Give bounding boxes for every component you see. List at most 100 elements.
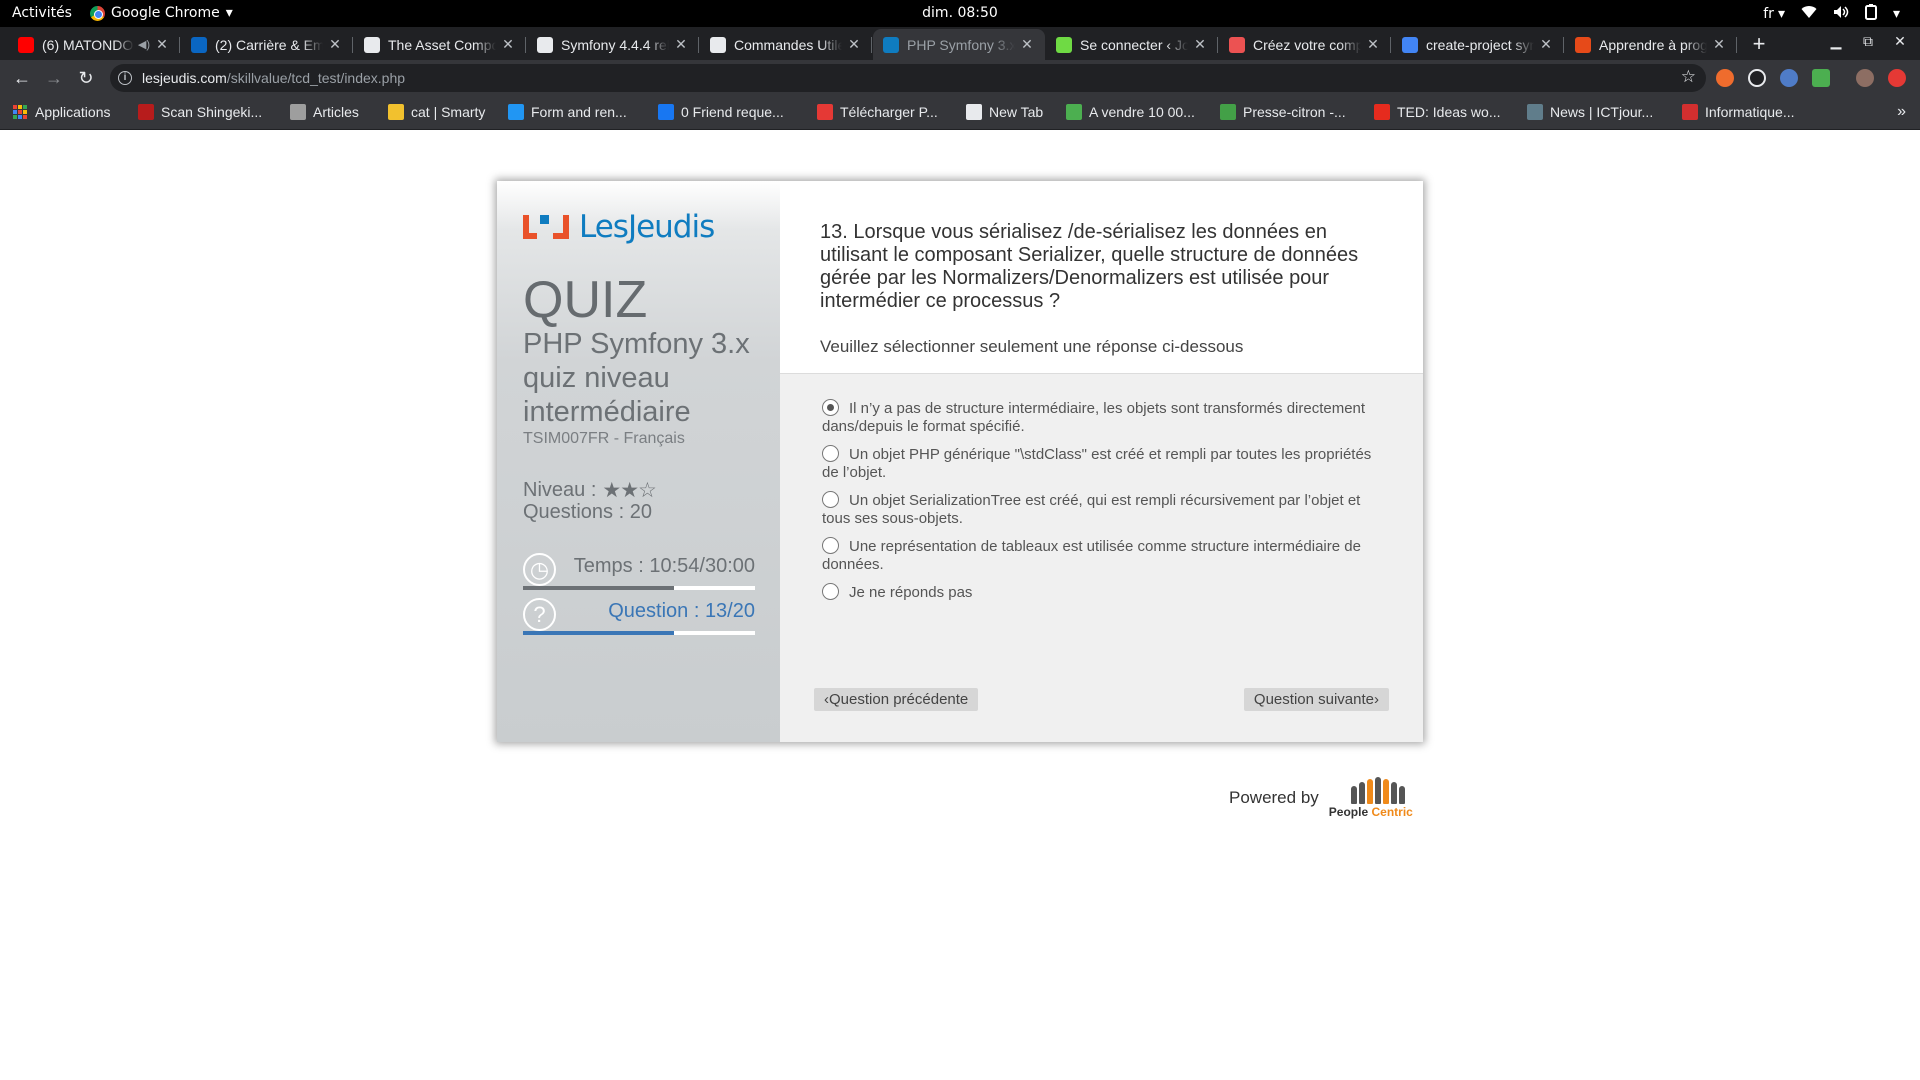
chevron-down-icon: ▾ (225, 5, 233, 21)
tab-close-icon[interactable]: ✕ (673, 36, 689, 53)
previous-question-label: Question précédente (829, 691, 969, 708)
question-icon: ? (523, 598, 556, 631)
radio-unchecked[interactable] (822, 537, 839, 554)
answer-option[interactable]: Il n’y a pas de structure intermédiaire,… (822, 399, 1382, 436)
bookmark-item[interactable]: News | ICTjour... (1527, 104, 1653, 120)
radio-checked[interactable] (822, 399, 839, 416)
answer-text: Je ne réponds pas (849, 584, 973, 601)
back-icon[interactable]: ← (10, 66, 34, 90)
volume-icon[interactable] (1833, 5, 1849, 23)
next-question-button[interactable]: Question suivante› (1243, 688, 1389, 711)
app-menu[interactable]: Google Chrome ▾ (90, 5, 233, 21)
clock-icon: ◷ (523, 553, 556, 586)
radio-unchecked[interactable] (822, 583, 839, 600)
extension-icon[interactable] (1780, 69, 1798, 87)
js-icon (138, 104, 154, 120)
tab-close-icon[interactable]: ✕ (1019, 36, 1035, 53)
browser-tab[interactable]: (2) Carrière & Emploi✕ (181, 29, 353, 60)
browser-tab[interactable]: Se connecter ‹ JobBoard✕ (1046, 29, 1218, 60)
tab-close-icon[interactable]: ✕ (1365, 36, 1381, 53)
previous-question-button[interactable]: ‹Question précédente (814, 688, 979, 711)
bookmark-item[interactable]: cat | Smarty (388, 104, 485, 120)
reload-icon[interactable]: ↻ (74, 66, 98, 90)
answer-option[interactable]: Un objet PHP générique "\stdClass" est c… (822, 445, 1382, 482)
profile-avatar[interactable] (1856, 69, 1874, 87)
lesjeudis-logo[interactable]: LesJeudis (523, 209, 715, 245)
bookmark-item[interactable]: New Tab (966, 104, 1043, 120)
tab-close-icon[interactable]: ✕ (1711, 36, 1727, 53)
menu-icon[interactable] (1888, 69, 1906, 87)
url-host: lesjeudis.com (142, 70, 227, 86)
browser-tab[interactable]: PHP Symfony 3.x ✕ (873, 29, 1045, 60)
audio-playing-icon[interactable]: ◀) (138, 38, 150, 51)
radio-unchecked[interactable] (822, 491, 839, 508)
browser-tab[interactable]: Apprendre à programmer✕ (1565, 29, 1737, 60)
more-bookmarks-icon[interactable]: » (1897, 103, 1906, 121)
bookmark-item[interactable]: TED: Ideas wo... (1374, 104, 1500, 120)
restore-icon[interactable]: ⧉ (1858, 33, 1878, 50)
bookmark-label: Articles (313, 104, 359, 120)
people-centric-logo[interactable]: People Centric (1329, 777, 1421, 819)
timer-label: Temps : 10:54/30:00 (573, 555, 755, 577)
new-tab-button[interactable]: + (1746, 31, 1772, 57)
language-selector[interactable]: fr ▾ (1763, 6, 1785, 22)
bookmark-item[interactable]: Informatique... (1682, 104, 1795, 120)
bookmark-item[interactable]: Scan Shingeki... (138, 104, 262, 120)
bookmark-item[interactable]: Télécharger P... (817, 104, 938, 120)
bookmark-label: New Tab (989, 104, 1044, 120)
tab-title: (2) Carrière & Emploi (215, 36, 323, 53)
bookmark-item[interactable]: Articles (290, 104, 359, 120)
minimize-icon[interactable]: ▁ (1826, 33, 1846, 50)
close-window-icon[interactable]: ✕ (1890, 33, 1910, 50)
tab-title: The Asset Component (388, 36, 496, 53)
address-bar[interactable]: i lesjeudis.com/skillvalue/tcd_test/inde… (110, 64, 1706, 92)
bookmark-star-icon[interactable]: ☆ (1681, 67, 1696, 87)
facebook-icon (658, 104, 674, 120)
bookmark-item[interactable]: 0 Friend reque... (658, 104, 784, 120)
tab-title: PHP Symfony 3.x (907, 36, 1015, 53)
tab-separator (1390, 37, 1391, 53)
extension-icon[interactable] (1812, 69, 1830, 87)
browser-tab[interactable]: Commandes Utiles ✕ (700, 29, 872, 60)
forward-icon[interactable]: → (42, 66, 66, 90)
radio-unchecked[interactable] (822, 445, 839, 462)
system-tray[interactable]: fr ▾ ▾ (1763, 4, 1900, 24)
chevron-down-icon[interactable]: ▾ (1893, 6, 1900, 22)
quiz-subtitle: PHP Symfony 3.x quiz niveau intermédiair… (523, 328, 750, 428)
tab-close-icon[interactable]: ✕ (154, 36, 170, 53)
browser-tab[interactable]: create-project symfony✕ (1392, 29, 1564, 60)
browser-tab[interactable]: The Asset Component✕ (354, 29, 526, 60)
bookmark-label: Form and ren... (531, 104, 627, 120)
tab-title: create-project symfony (1426, 36, 1534, 53)
bookmark-item[interactable]: Presse-citron -... (1220, 104, 1346, 120)
answer-option[interactable]: Un objet SerializationTree est créé, qui… (822, 491, 1382, 528)
tab-close-icon[interactable]: ✕ (1538, 36, 1554, 53)
tab-close-icon[interactable]: ✕ (1192, 36, 1208, 53)
upwork-icon (1056, 36, 1072, 53)
symfony-icon (537, 36, 553, 53)
extension-icon[interactable] (1716, 69, 1734, 87)
wifi-icon[interactable] (1801, 5, 1817, 23)
browser-tab[interactable]: Symfony 4.4.4 released✕ (527, 29, 699, 60)
tab-close-icon[interactable]: ✕ (846, 36, 862, 53)
browser-tab[interactable]: Créez votre compte✕ (1219, 29, 1391, 60)
browser-toolbar: ← → ↻ i lesjeudis.com/skillvalue/tcd_tes… (0, 60, 1920, 96)
clock[interactable]: dim. 08:50 (0, 5, 1920, 21)
bookmark-label: News | ICTjour... (1550, 104, 1654, 120)
answer-option[interactable]: Une représentation de tableaux est utili… (822, 537, 1382, 574)
bookmark-item[interactable]: Applications (12, 104, 111, 120)
url-text[interactable]: lesjeudis.com/skillvalue/tcd_test/index.… (142, 70, 405, 86)
quiz-card: LesJeudis QUIZ PHP Symfony 3.x quiz nive… (497, 181, 1423, 742)
site-info-icon[interactable]: i (118, 71, 132, 85)
extension-icon[interactable] (1748, 69, 1766, 87)
battery-icon[interactable] (1864, 4, 1877, 24)
bookmark-item[interactable]: Form and ren... (508, 104, 627, 120)
tab-close-icon[interactable]: ✕ (327, 36, 343, 53)
question-header: 13. Lorsque vous sérialisez /de-sérialis… (780, 181, 1423, 374)
tab-close-icon[interactable]: ✕ (500, 36, 516, 53)
activities-button[interactable]: Activités (12, 5, 72, 21)
bookmark-item[interactable]: A vendre 10 00... (1066, 104, 1195, 120)
browser-tab[interactable]: (6) MATONDO ◀) ✕ (8, 29, 180, 60)
form-icon (508, 104, 524, 120)
answer-option[interactable]: Je ne réponds pas (822, 583, 1382, 602)
